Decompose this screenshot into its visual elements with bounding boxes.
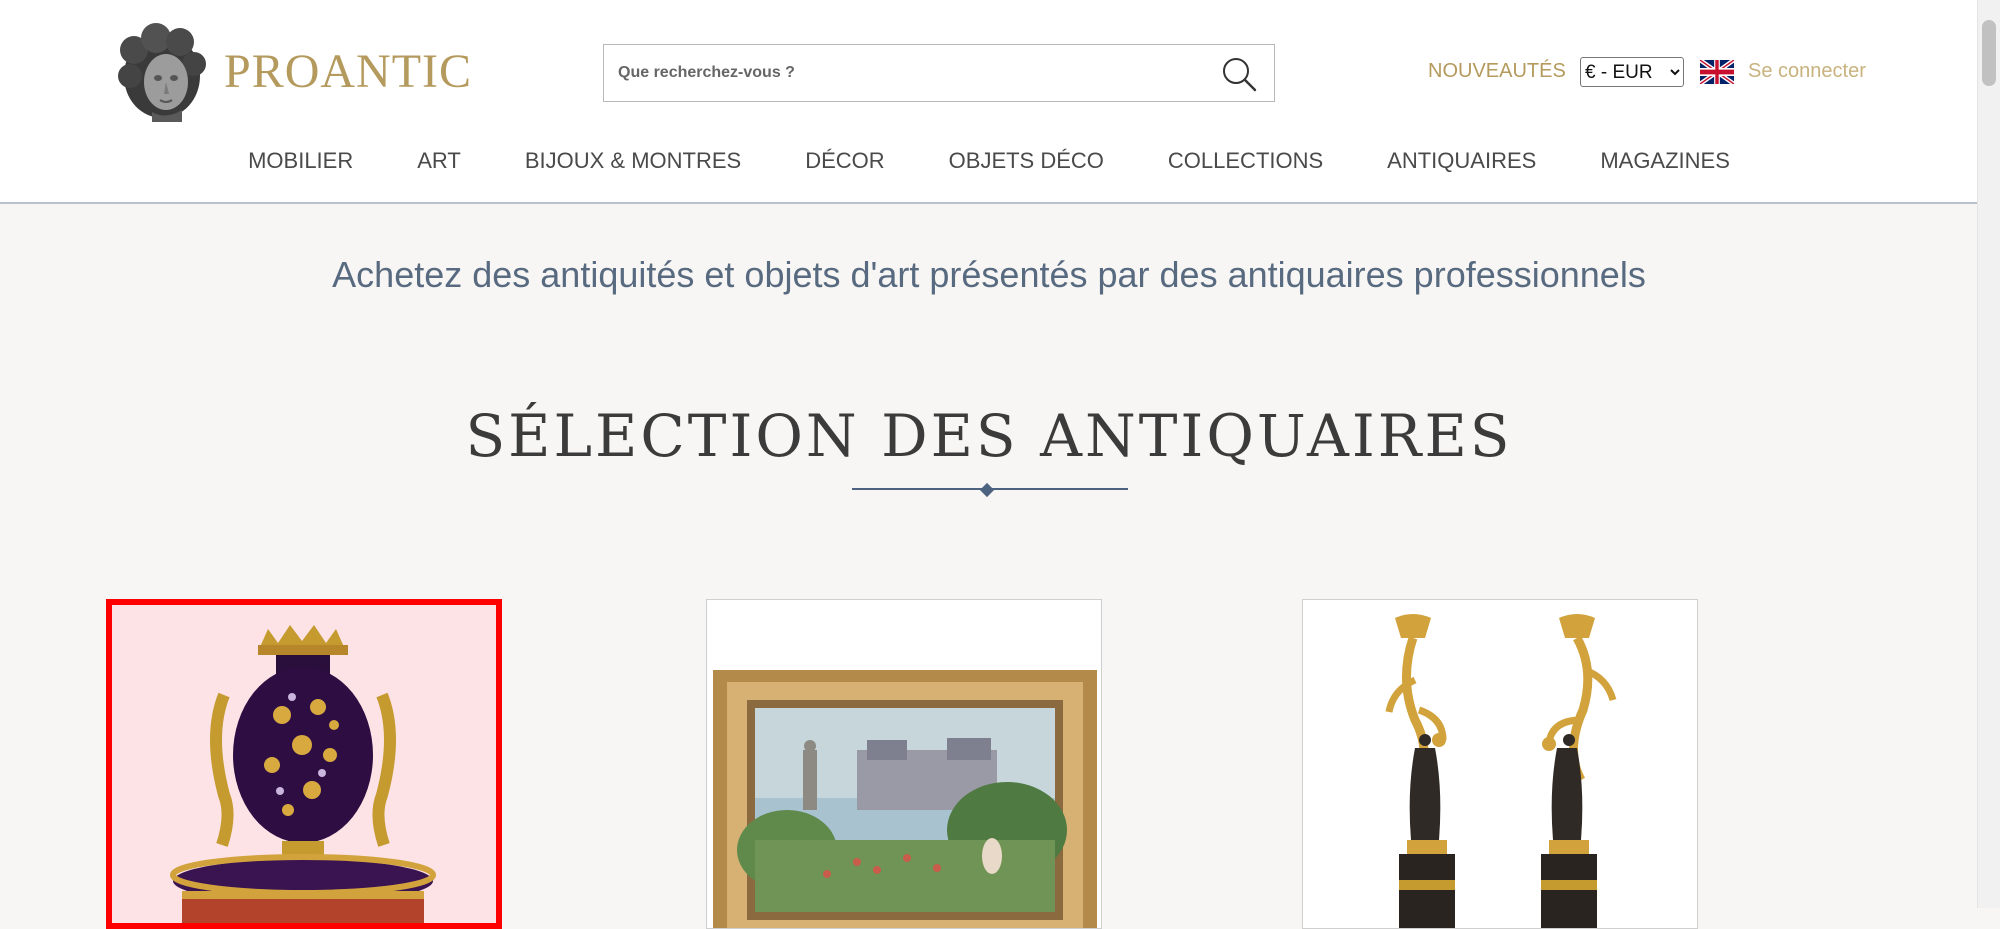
tagline: Achetez des antiquités et objets d'art p… (332, 254, 1646, 295)
currency-select[interactable]: € - EUR (1580, 57, 1684, 87)
search-input[interactable] (604, 45, 1232, 101)
product-card-candelabra[interactable] (1302, 599, 1698, 929)
brand-name[interactable]: PROANTIC (224, 44, 472, 99)
uk-flag-icon[interactable] (1700, 60, 1734, 84)
product-card-painting[interactable] (706, 599, 1102, 929)
search-bar (603, 44, 1275, 102)
logo-icon[interactable] (112, 20, 212, 122)
search-icon[interactable] (1220, 55, 1258, 93)
nav-item-collections[interactable]: COLLECTIONS (1136, 148, 1355, 174)
nav-item-art[interactable]: ART (385, 148, 493, 174)
product-card-vase[interactable] (106, 599, 502, 929)
bronze-candelabra-pair-image (1303, 600, 1697, 928)
nav-item-objets-deco[interactable]: OBJETS DÉCO (917, 148, 1136, 174)
divider-diamond-icon (979, 482, 995, 498)
nav-item-magazines[interactable]: MAGAZINES (1568, 148, 1762, 174)
framed-landscape-painting-image (707, 600, 1101, 928)
main-nav: MOBILIER ART BIJOUX & MONTRES DÉCOR OBJE… (0, 148, 1978, 174)
nav-item-mobilier[interactable]: MOBILIER (216, 148, 385, 174)
nouveautes-link[interactable]: NOUVEAUTÉS (1428, 60, 1566, 83)
scrollbar-thumb[interactable] (1982, 20, 1996, 86)
ormolu-mounted-vase-image (112, 605, 496, 923)
nav-item-decor[interactable]: DÉCOR (773, 148, 916, 174)
login-link[interactable]: Se connecter (1748, 60, 1866, 83)
site-header: PROANTIC NOUVEAUTÉS € - EUR Se connecter… (0, 0, 1978, 204)
nav-item-antiquaires[interactable]: ANTIQUAIRES (1355, 148, 1568, 174)
page-scrollbar[interactable] (1977, 0, 2000, 908)
nav-item-bijoux-montres[interactable]: BIJOUX & MONTRES (493, 148, 773, 174)
section-title: SÉLECTION DES ANTIQUAIRES (465, 402, 1513, 470)
